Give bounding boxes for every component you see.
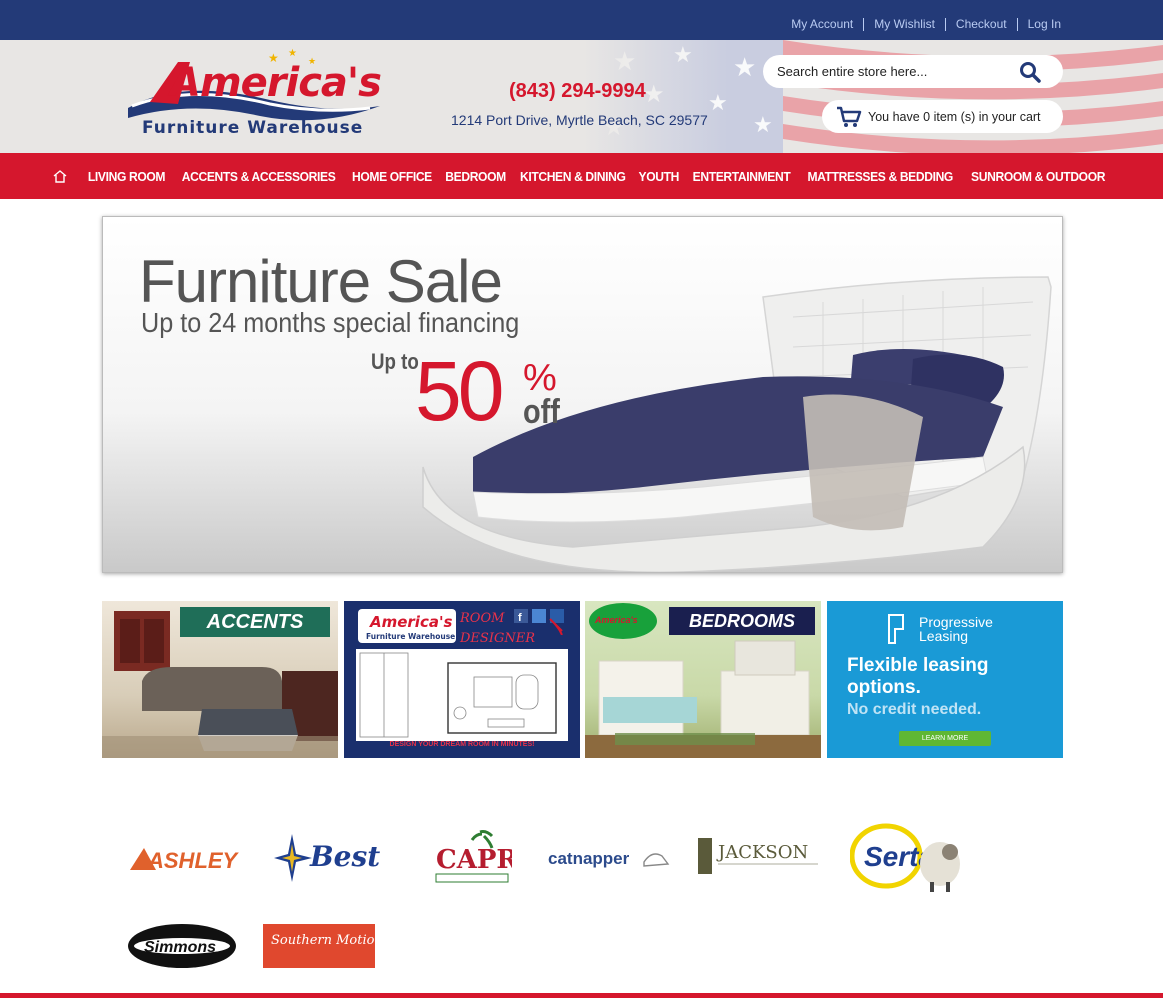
simmons-logo-icon: Simmons xyxy=(128,924,236,968)
best-logo-text: Best xyxy=(309,840,380,873)
search-input[interactable] xyxy=(777,64,1007,79)
my-account-link[interactable]: My Account xyxy=(781,18,863,31)
logo-tagline: Furniture Warehouse xyxy=(142,118,364,138)
progressive-subline: No credit needed. xyxy=(847,701,982,718)
login-link[interactable]: Log In xyxy=(1016,18,1061,31)
serta-logo-icon: Serta xyxy=(850,823,960,892)
nav-sunroom-outdoor[interactable]: SUNROOM & OUTDOOR xyxy=(971,169,1105,184)
promo-tiles: ACCENTS America's Furniture Warehouse RO… xyxy=(102,601,1063,758)
nav-youth[interactable]: YOUTH xyxy=(639,169,680,184)
accents-title: ACCENTS xyxy=(180,607,330,637)
capris-logo-icon: CAPRIS xyxy=(435,830,512,883)
catnapper-logo-text: catnapper xyxy=(548,849,630,868)
brand-ashley[interactable]: ASHLEY xyxy=(126,836,246,880)
svg-text:★: ★ xyxy=(288,48,297,59)
svg-text:Furniture Warehouse: Furniture Warehouse xyxy=(366,632,455,641)
southern-motion-logo-text: Southern Motion xyxy=(271,933,375,948)
capris-logo-text: CAPRIS xyxy=(436,845,512,875)
progressive-logo-icon xyxy=(888,614,904,644)
my-wishlist-link[interactable]: My Wishlist xyxy=(863,18,945,31)
ashley-logo-text: ASHLEY xyxy=(147,848,240,873)
hero-up-to: Up to xyxy=(371,349,419,374)
svg-text:America's: America's xyxy=(369,613,453,631)
hero-percent: 50 xyxy=(415,344,504,438)
simmons-logo-text: Simmons xyxy=(144,939,216,956)
social-icons: f xyxy=(514,609,564,635)
brand-catnapper[interactable]: catnapper xyxy=(546,840,672,876)
home-icon[interactable] xyxy=(49,165,71,187)
hero-banner[interactable]: Furniture Sale Up to 24 months special f… xyxy=(102,216,1063,573)
search-icon[interactable] xyxy=(1019,61,1041,83)
nav-living-room[interactable]: LIVING ROOM xyxy=(87,169,165,184)
brand-simmons[interactable]: Simmons xyxy=(126,922,240,970)
jackson-logo-icon: JACKSON xyxy=(698,838,818,874)
mini-logo-icon: America's Furniture Warehouse xyxy=(366,613,455,641)
best-logo-icon: Best xyxy=(274,834,380,882)
hero-off: off xyxy=(523,393,560,431)
hero-subtitle: Up to 24 months special financing xyxy=(141,307,520,338)
bedrooms-title: BEDROOMS xyxy=(669,607,815,635)
brand-jackson[interactable]: JACKSON xyxy=(696,834,820,878)
phone-number[interactable]: (843) 294-9994 xyxy=(509,80,646,103)
svg-text:America's: America's xyxy=(594,615,638,625)
southern-motion-logo-icon: Southern Motion xyxy=(263,924,375,968)
nav-mattresses-bedding[interactable]: MATTRESSES & BEDDING xyxy=(807,169,953,184)
main-nav: LIVING ROOM ACCENTS & ACCESSORIES HOME O… xyxy=(0,153,1163,199)
progressive-brand-line1: Progressive xyxy=(919,614,993,630)
learn-more-button[interactable]: LEARN MORE xyxy=(899,731,991,746)
cart-text: You have 0 item (s) in your cart xyxy=(868,109,1041,124)
progressive-leasing-tile[interactable]: Progressive Leasing Flexible leasing opt… xyxy=(827,601,1063,758)
nav-accents-accessories[interactable]: ACCENTS & ACCESSORIES xyxy=(181,169,335,184)
nav-bedroom[interactable]: BEDROOM xyxy=(445,169,506,184)
account-links: My Account My Wishlist Checkout Log In xyxy=(781,18,1061,31)
floor-plan-panel xyxy=(356,649,568,741)
room-designer-footer: DESIGN YOUR DREAM ROOM IN MINUTES! xyxy=(389,741,535,748)
progressive-brand: Progressive Leasing xyxy=(919,615,993,643)
room-designer-tile[interactable]: America's Furniture Warehouse ROOM DESIG… xyxy=(344,601,580,758)
brand-serta[interactable]: Serta xyxy=(850,822,962,894)
floor-plan-image xyxy=(359,652,557,738)
nav-kitchen-dining[interactable]: KITCHEN & DINING xyxy=(520,169,626,184)
brand-capris[interactable]: CAPRIS xyxy=(432,828,512,888)
accents-tile[interactable]: ACCENTS xyxy=(102,601,338,758)
brand-southern-motion[interactable]: Southern Motion xyxy=(263,924,375,968)
logo-name: America's xyxy=(170,60,382,106)
bedrooms-tile[interactable]: America's BEDROOMS xyxy=(585,601,821,758)
jackson-logo-text: JACKSON xyxy=(716,842,808,863)
site-logo[interactable]: ★ ★ ★ America's Furniture Warehouse xyxy=(120,48,390,148)
top-utility-bar: My Account My Wishlist Checkout Log In xyxy=(0,0,1163,40)
nav-home-office[interactable]: HOME OFFICE xyxy=(352,169,432,184)
progressive-headline-line1: Flexible leasing xyxy=(847,655,989,676)
progressive-headline-line2: options. xyxy=(847,677,921,698)
checkout-link[interactable]: Checkout xyxy=(944,18,1017,31)
catnapper-logo-icon: catnapper xyxy=(548,849,670,868)
mini-logo: America's Furniture Warehouse xyxy=(358,609,456,643)
progressive-headline: Flexible leasing options. xyxy=(847,655,989,699)
store-address: 1214 Port Drive, Myrtle Beach, SC 29577 xyxy=(451,112,708,128)
ashley-logo-icon: ASHLEY xyxy=(130,848,240,873)
footer-divider xyxy=(0,993,1163,998)
progressive-brand-line2: Leasing xyxy=(919,628,969,644)
nav-entertainment[interactable]: ENTERTAINMENT xyxy=(692,169,790,184)
hero-title: Furniture Sale xyxy=(139,248,503,315)
search-box xyxy=(763,55,1063,88)
cart-summary[interactable]: You have 0 item (s) in your cart xyxy=(822,100,1063,133)
brand-best[interactable]: Best xyxy=(272,830,392,886)
svg-text:f: f xyxy=(518,612,522,624)
cart-icon xyxy=(837,106,862,127)
